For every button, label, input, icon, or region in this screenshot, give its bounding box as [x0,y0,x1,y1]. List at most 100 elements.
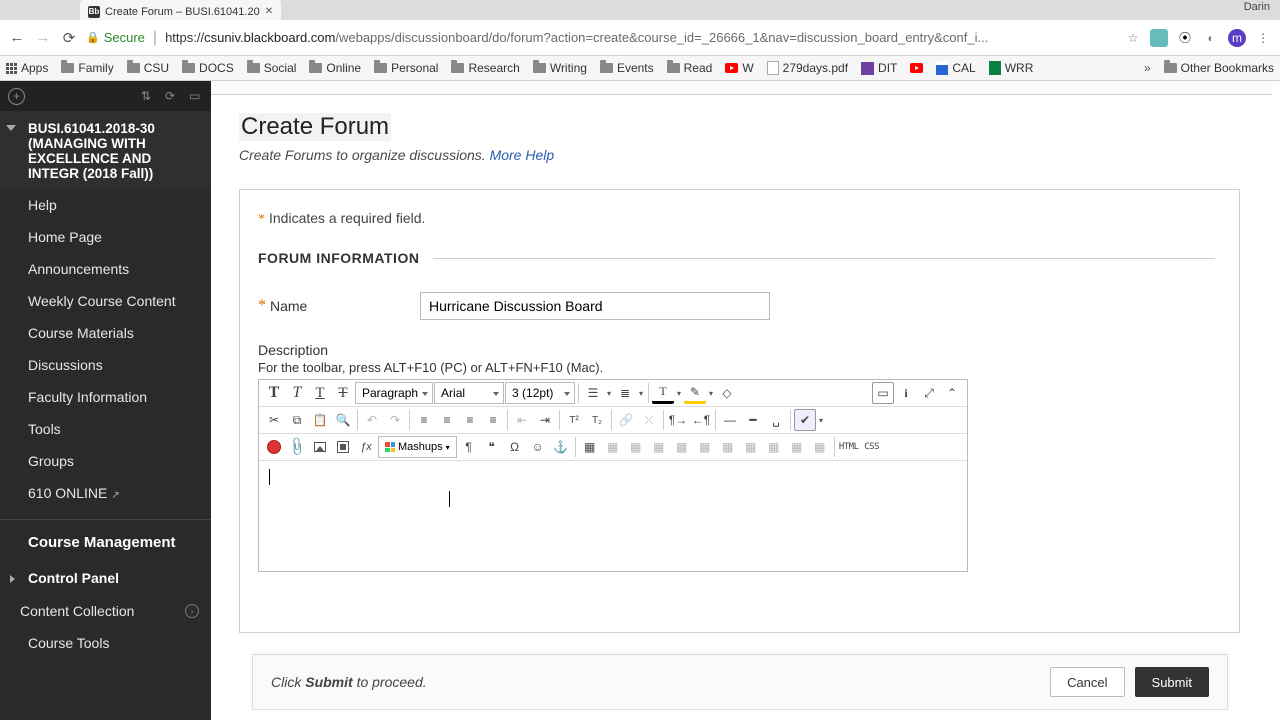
sidebar-folder-icon[interactable]: ▭ [189,89,203,103]
strikethrough-button[interactable]: T [332,382,354,404]
delete-row-button[interactable]: ▦ [694,436,716,458]
table-cell-props-button[interactable]: ▦ [625,436,647,458]
horizontal-rule-button[interactable]: ━ [742,409,764,431]
course-header[interactable]: BUSI.61041.2018-30 (MANAGING WITH EXCELL… [0,111,211,189]
dropdown-caret-icon[interactable]: ▾ [637,389,645,398]
cancel-button[interactable]: Cancel [1050,667,1124,697]
content-collection-link[interactable]: Content Collection› [0,595,211,627]
align-right-button[interactable]: ≡ [459,409,481,431]
text-color-button[interactable]: T [652,382,674,404]
nav-announcements[interactable]: Announcements [0,253,211,285]
back-button[interactable]: ← [8,29,26,46]
html-view-button[interactable]: HTML [838,436,860,458]
format-select[interactable]: Paragraph [355,382,433,404]
bookmark-link[interactable]: 279days.pdf [767,61,848,75]
help-button[interactable]: i [895,382,917,404]
submit-button[interactable]: Submit [1135,667,1209,697]
bold-button[interactable]: T [263,382,285,404]
dropdown-caret-icon[interactable]: ▾ [675,389,683,398]
outdent-button[interactable]: ⇤ [511,409,533,431]
paste-button[interactable]: 📋 [309,409,331,431]
horizontal-line-button[interactable]: — [719,409,741,431]
sidebar-reorder-icon[interactable]: ⇅ [141,89,155,103]
chrome-profile-label[interactable]: Darin [1244,1,1270,13]
indent-button[interactable]: ⇥ [534,409,556,431]
show-nonprinting-button[interactable]: ¶ [458,436,480,458]
nbsp-button[interactable]: ␣ [765,409,787,431]
remove-link-button[interactable]: ⤫ [638,409,660,431]
go-arrow-icon[interactable]: › [185,604,199,618]
browser-tab[interactable]: Bb Create Forum – BUSI.61041.20 ✕ [80,0,281,20]
bookmark-folder[interactable]: Writing [533,61,587,75]
copy-button[interactable]: ⧉ [286,409,308,431]
sidebar-refresh-icon[interactable]: ⟳ [165,89,179,103]
italic-button[interactable]: T [286,382,308,404]
bookmark-folder[interactable]: Personal [374,61,438,75]
reload-button[interactable]: ⟳ [60,29,78,47]
dropdown-caret-icon[interactable]: ▾ [707,389,715,398]
superscript-button[interactable]: T² [563,409,585,431]
bookmark-folder[interactable]: Social [247,61,297,75]
insert-image-button[interactable] [309,436,331,458]
bookmark-link[interactable]: DIT [861,61,897,75]
address-field[interactable]: https://csuniv.blackboard.com/webapps/di… [165,30,1116,45]
emoticon-button[interactable]: ☺ [527,436,549,458]
fullscreen-button[interactable]: ⤢ [918,382,940,404]
course-tools-link[interactable]: Course Tools [0,627,211,659]
align-left-button[interactable]: ≡ [413,409,435,431]
css-view-button[interactable]: CSS [861,436,883,458]
merge-cells-button[interactable]: ▦ [786,436,808,458]
remove-formatting-button[interactable]: ◇ [716,382,738,404]
bookmark-link[interactable]: CAL [936,61,975,75]
bookmark-star-icon[interactable]: ☆ [1124,29,1142,47]
insert-row-before-button[interactable]: ▦ [648,436,670,458]
find-button[interactable]: 🔍 [332,409,354,431]
numbered-list-button[interactable]: ≣ [614,382,636,404]
extension-2-icon[interactable]: ⦿ [1176,29,1194,47]
insert-media-button[interactable] [332,436,354,458]
insert-link-button[interactable]: 🔗 [615,409,637,431]
bookmarks-overflow-icon[interactable]: » [1144,61,1151,75]
bookmark-link[interactable] [910,63,923,73]
delete-col-button[interactable]: ▦ [763,436,785,458]
table-row-props-button[interactable]: ▦ [602,436,624,458]
anchor-button[interactable]: ⚓ [550,436,572,458]
forum-name-input[interactable] [420,292,770,320]
ltr-button[interactable]: ¶→ [667,409,689,431]
symbol-button[interactable]: Ω [504,436,526,458]
extension-3-icon[interactable]: ◐ [1202,29,1220,47]
description-textarea[interactable] [259,461,967,571]
subscript-button[interactable]: T₂ [586,409,608,431]
highlight-color-button[interactable]: ✎ [684,382,706,404]
split-cells-button[interactable]: ▦ [809,436,831,458]
bulleted-list-button[interactable]: ☰ [582,382,604,404]
bookmark-folder[interactable]: Family [61,61,113,75]
font-size-select[interactable]: 3 (12pt) [505,382,575,404]
cut-button[interactable]: ✂ [263,409,285,431]
bookmark-folder[interactable]: DOCS [182,61,234,75]
apps-shortcut[interactable]: Apps [6,61,48,75]
rtl-button[interactable]: ←¶ [690,409,712,431]
bookmark-folder[interactable]: CSU [127,61,169,75]
nav-610-online[interactable]: 610 ONLINE↗ [0,477,211,509]
insert-col-after-button[interactable]: ▦ [740,436,762,458]
underline-button[interactable]: T [309,382,331,404]
dropdown-caret-icon[interactable]: ▾ [605,389,613,398]
extension-4-icon[interactable]: m [1228,29,1246,47]
bookmark-folder[interactable]: Events [600,61,654,75]
bookmark-folder[interactable]: Read [667,61,713,75]
nav-groups[interactable]: Groups [0,445,211,477]
nav-faculty-information[interactable]: Faculty Information [0,381,211,413]
font-family-select[interactable]: Arial [434,382,504,404]
preview-button[interactable]: ▭ [872,382,894,404]
nav-tools[interactable]: Tools [0,413,211,445]
nav-help[interactable]: Help [0,189,211,221]
forward-button[interactable]: → [34,29,52,46]
math-editor-button[interactable]: ƒx [355,436,377,458]
redo-button[interactable]: ↷ [384,409,406,431]
tab-close-icon[interactable]: ✕ [265,6,273,17]
secure-indicator[interactable]: 🔒Secure [86,30,145,45]
bookmark-link[interactable]: WRR [989,61,1034,75]
nav-weekly-course-content[interactable]: Weekly Course Content [0,285,211,317]
collapse-toolbar-button[interactable]: ⌃ [941,382,963,404]
